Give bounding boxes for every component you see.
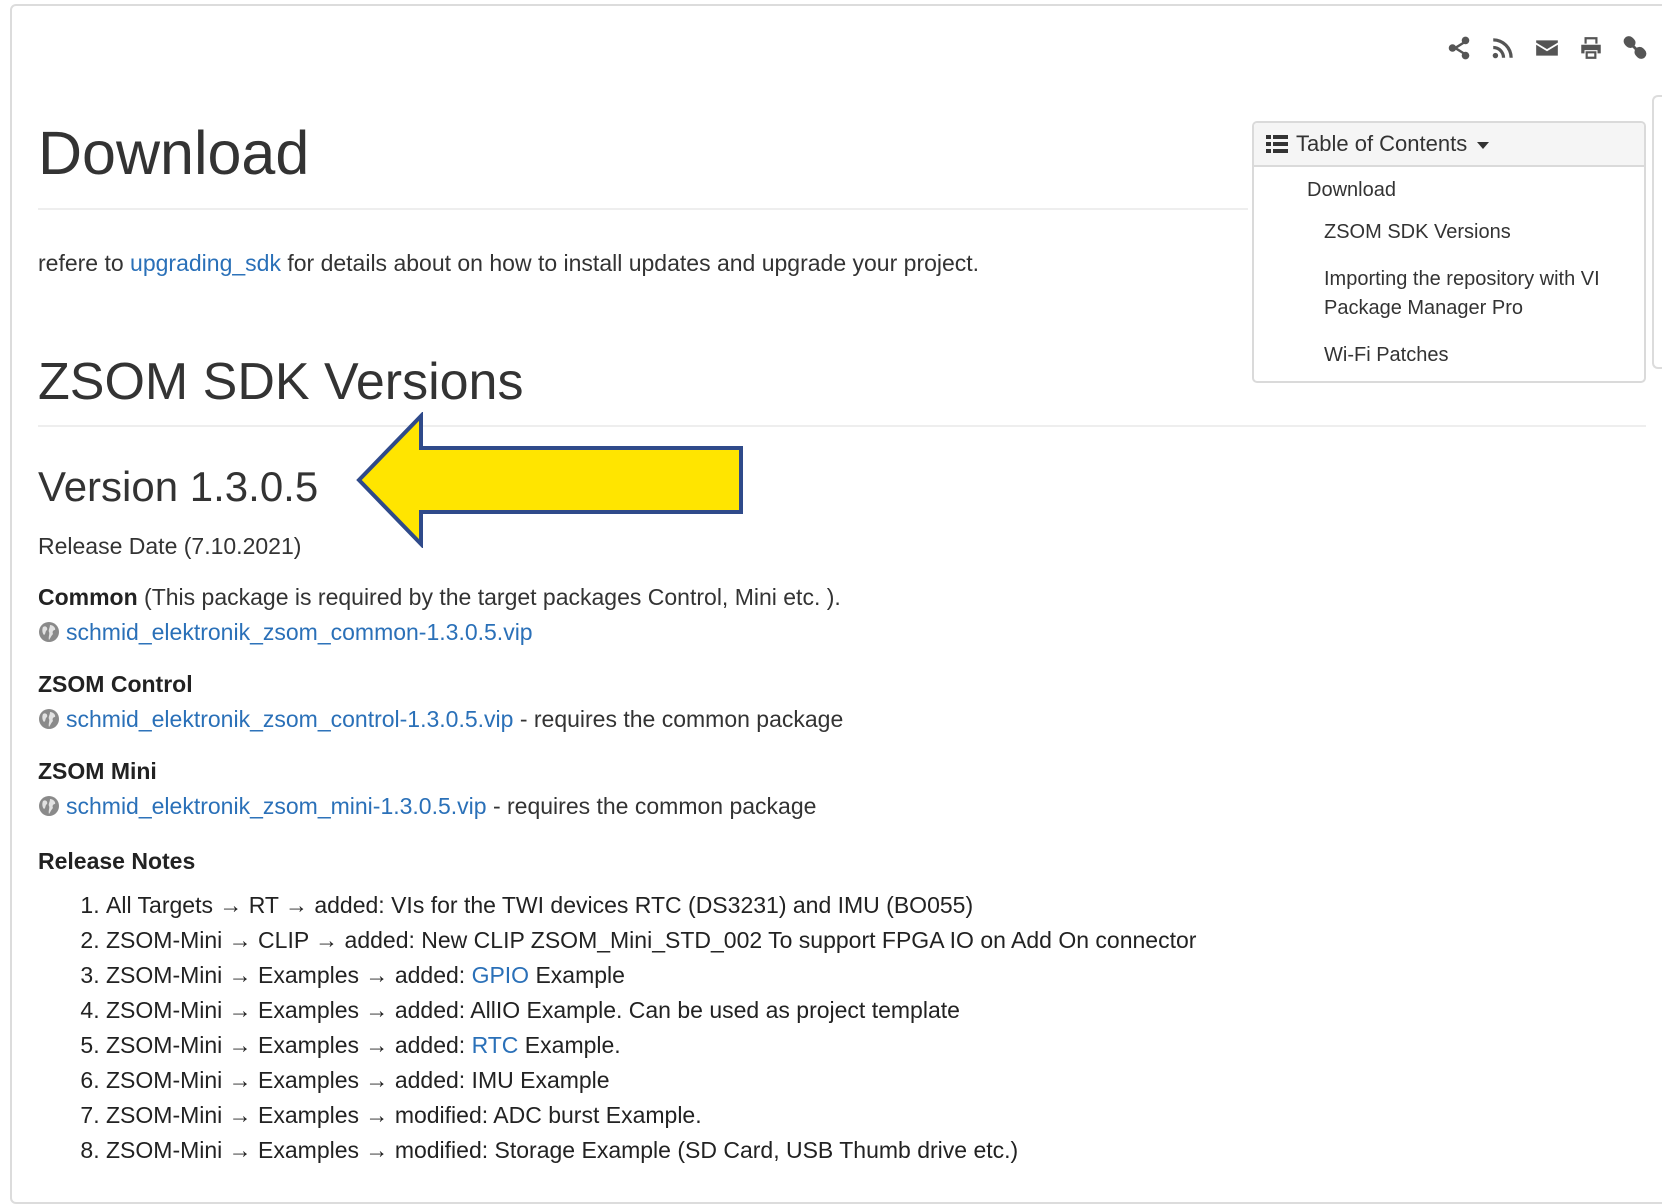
print-button[interactable]: [1577, 34, 1605, 62]
globe-icon: [39, 622, 59, 642]
package-common: Common (This package is required by the …: [38, 580, 841, 650]
list-item: ZSOM-Mini → Examples → added: RTC Exampl…: [106, 1028, 1196, 1063]
envelope-icon: [1536, 40, 1558, 56]
list-item: ZSOM-Mini → Examples → added: AllIO Exam…: [106, 993, 1196, 1028]
package-name: ZSOM Mini: [38, 758, 157, 784]
package-name: ZSOM Control: [38, 671, 193, 697]
note-text: All Targets → RT → added: VIs for the TW…: [106, 892, 974, 918]
toc-title: Table of Contents: [1296, 131, 1468, 156]
release-notes-title: Release Notes: [38, 848, 196, 874]
version-title: Version 1.3.0.5: [38, 463, 319, 510]
page-title: Download: [38, 119, 310, 187]
caret-down-icon: [1477, 141, 1490, 149]
note-text: ZSOM-Mini → CLIP → added: New CLIP ZSOM_…: [106, 927, 1197, 953]
intro-text: refere to upgrading_sdk for details abou…: [38, 250, 979, 277]
note-text: ZSOM-Mini → Examples → added:: [106, 1032, 472, 1058]
toc-link-wifi-patches[interactable]: Wi-Fi Patches: [1324, 341, 1614, 370]
note-text: ZSOM-Mini → Examples → modified: ADC bur…: [106, 1102, 702, 1128]
note-text: ZSOM-Mini → Examples → modified: Storage…: [106, 1137, 1019, 1163]
package-mini: ZSOM Mini schmid_elektronik_zsom_mini-1.…: [38, 754, 816, 824]
toc-link-download[interactable]: Download: [1307, 179, 1644, 202]
section-title: ZSOM SDK Versions: [38, 353, 524, 411]
package-control: ZSOM Control schmid_elektronik_zsom_cont…: [38, 667, 843, 737]
list-item: ZSOM-Mini → CLIP → added: New CLIP ZSOM_…: [106, 923, 1196, 958]
list-item: ZSOM-Mini → Examples → added: GPIO Examp…: [106, 958, 1196, 993]
link-icon: [1623, 36, 1647, 59]
toc-item: ZSOM SDK Versions: [1254, 202, 1644, 247]
list-item: ZSOM-Mini → Examples → modified: ADC bur…: [106, 1098, 1196, 1133]
permalink-button[interactable]: [1621, 34, 1649, 62]
toc-list: Download ZSOM SDK Versions Importing the…: [1254, 167, 1644, 370]
toc-item: Download: [1254, 167, 1644, 202]
note-text: ZSOM-Mini → Examples → added: IMU Exampl…: [106, 1067, 610, 1093]
note-text: Example.: [518, 1032, 621, 1058]
download-link-mini[interactable]: schmid_elektronik_zsom_mini-1.3.0.5.vip: [66, 793, 487, 819]
note-text: Example: [529, 962, 625, 988]
toc-item: Wi-Fi Patches: [1254, 323, 1644, 370]
highlight-arrow-icon: [356, 412, 743, 548]
download-link-common[interactable]: schmid_elektronik_zsom_common-1.3.0.5.vi…: [66, 619, 533, 645]
gpio-link[interactable]: GPIO: [472, 962, 530, 988]
package-note: - requires the common package: [486, 793, 817, 819]
upgrading-sdk-link[interactable]: upgrading_sdk: [130, 250, 281, 276]
globe-icon: [39, 796, 59, 816]
print-icon: [1581, 37, 1601, 59]
rtc-link[interactable]: RTC: [472, 1032, 519, 1058]
intro-prefix: refere to: [38, 250, 131, 276]
share-icon: [1448, 36, 1470, 60]
title-divider: [38, 208, 1248, 210]
list-item: All Targets → RT → added: VIs for the TW…: [106, 888, 1196, 923]
email-button[interactable]: [1533, 34, 1561, 62]
release-notes-list: All Targets → RT → added: VIs for the TW…: [80, 888, 1196, 1168]
list-icon: [1266, 135, 1288, 153]
share-button[interactable]: [1445, 34, 1473, 62]
toc-toggle[interactable]: Table of Contents: [1254, 123, 1644, 167]
package-description: (This package is required by the target …: [137, 584, 841, 610]
table-of-contents: Table of Contents Download ZSOM SDK Vers…: [1252, 121, 1646, 383]
page-toolbar: [1445, 34, 1649, 62]
toc-link-zsom-sdk-versions[interactable]: ZSOM SDK Versions: [1324, 218, 1614, 247]
toc-link-importing-repository[interactable]: Importing the repository with VI Package…: [1324, 265, 1614, 323]
download-link-control[interactable]: schmid_elektronik_zsom_control-1.3.0.5.v…: [66, 706, 513, 732]
globe-icon: [39, 709, 59, 729]
rss-icon: [1492, 38, 1513, 59]
note-text: ZSOM-Mini → Examples → added: AllIO Exam…: [106, 997, 960, 1023]
rss-button[interactable]: [1489, 34, 1517, 62]
scrollbar[interactable]: [1652, 95, 1662, 369]
note-text: ZSOM-Mini → Examples → added:: [106, 962, 472, 988]
list-item: ZSOM-Mini → Examples → modified: Storage…: [106, 1133, 1196, 1168]
toc-item: Importing the repository with VI Package…: [1254, 247, 1644, 323]
section-divider: [38, 425, 1646, 427]
intro-suffix: for details about on how to install upda…: [280, 250, 980, 276]
package-name: Common: [38, 584, 138, 610]
release-date: Release Date (7.10.2021): [38, 533, 302, 559]
list-item: ZSOM-Mini → Examples → added: IMU Exampl…: [106, 1063, 1196, 1098]
package-note: - requires the common package: [513, 706, 844, 732]
